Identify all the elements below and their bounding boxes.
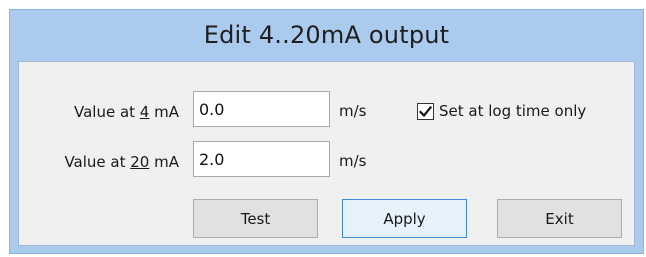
value-at-20ma-label-suffix: mA: [149, 153, 179, 171]
test-button[interactable]: Test: [193, 199, 318, 238]
checkmark-icon: [419, 105, 432, 117]
exit-button[interactable]: Exit: [497, 199, 622, 238]
title-bar[interactable]: Edit 4..20mA output: [10, 10, 643, 60]
value-at-20ma-label-mnemonic: 20: [130, 153, 150, 171]
dialog-body: Value at 4 mA m/s Set at log time only V…: [18, 61, 635, 246]
apply-button[interactable]: Apply: [342, 199, 467, 238]
value-at-4ma-label-suffix: mA: [149, 103, 179, 121]
value-at-20ma-unit: m/s: [339, 152, 367, 170]
dialog-window: Edit 4..20mA output Value at 4 mA m/s Se…: [9, 9, 644, 254]
value-at-20ma-label-prefix: Value at: [64, 153, 131, 171]
set-at-log-time-label: Set at log time only: [439, 102, 587, 120]
set-at-log-time-checkbox[interactable]: Set at log time only: [417, 100, 586, 122]
window-title: Edit 4..20mA output: [203, 21, 450, 49]
value-at-4ma-label-mnemonic: 4: [139, 103, 150, 121]
value-at-4ma-label-prefix: Value at: [73, 103, 140, 121]
value-at-4ma-unit: m/s: [339, 102, 367, 120]
value-at-4ma-input[interactable]: [193, 91, 330, 127]
value-at-4ma-label: Value at 4 mA: [31, 103, 179, 121]
checkbox-box[interactable]: [417, 102, 434, 120]
value-at-20ma-label: Value at 20 mA: [19, 153, 179, 171]
value-at-20ma-input[interactable]: [193, 141, 330, 177]
